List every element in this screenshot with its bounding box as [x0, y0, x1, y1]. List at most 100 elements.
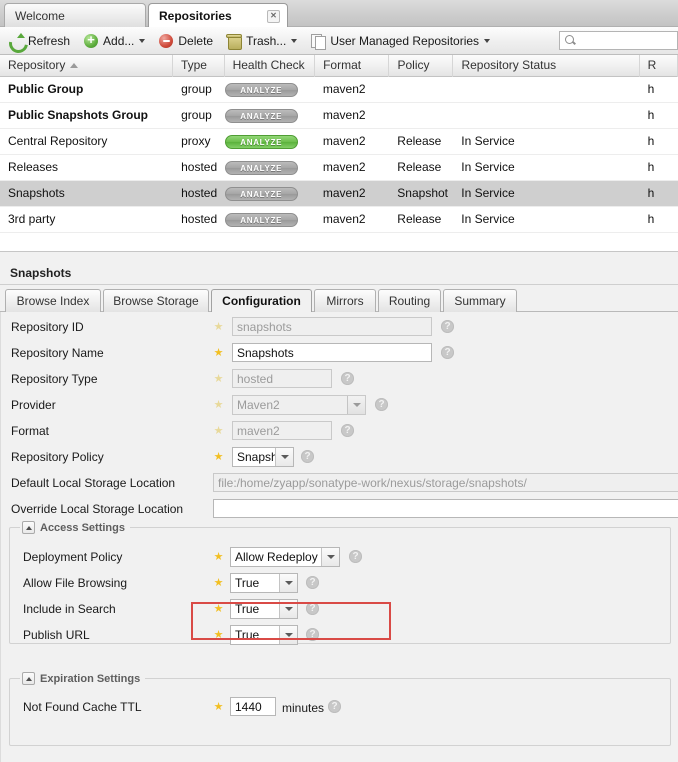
cell-repository-status: In Service — [461, 160, 515, 174]
analyze-badge[interactable]: ANALYZE — [224, 82, 298, 97]
help-icon[interactable]: ? — [441, 346, 454, 359]
help-icon[interactable]: ? — [301, 450, 314, 463]
table-row[interactable]: Releases hosted ANALYZE maven2 Release In Ser… — [0, 155, 678, 181]
help-icon[interactable]: ? — [306, 576, 319, 589]
configuration-form: Repository ID ★ ? Repository Name ★ ? Re… — [0, 312, 678, 762]
column-header-repository-status[interactable]: Repository Status — [453, 55, 640, 77]
field-row-repository-name: Repository Name ★ ? — [1, 340, 678, 366]
cell-policy: Release — [397, 160, 442, 174]
table-row[interactable]: Public Group group ANALYZE maven2 h — [0, 77, 678, 103]
delete-button[interactable]: Delete — [154, 29, 218, 53]
tab-mirrors[interactable]: Mirrors — [314, 289, 376, 312]
repository-id-input[interactable] — [232, 317, 432, 336]
deployment-policy-select[interactable]: Allow Redeploy — [230, 547, 340, 567]
analyze-badge[interactable]: ANALYZE — [224, 212, 298, 227]
chevron-down-icon[interactable] — [279, 626, 297, 644]
chevron-down-icon[interactable] — [347, 396, 365, 414]
tab-browse-storage[interactable]: Browse Storage — [103, 289, 209, 312]
table-row[interactable]: Central Repository proxy ANALYZE maven2 Rele… — [0, 129, 678, 155]
repository-policy-label: Repository Policy — [11, 450, 104, 464]
chevron-down-icon[interactable] — [279, 574, 297, 592]
tab-label: Browse Storage — [113, 294, 199, 308]
analyze-badge[interactable]: ANALYZE — [224, 134, 298, 149]
help-icon[interactable]: ? — [349, 550, 362, 563]
cell-health-check: ANALYZE — [224, 103, 315, 128]
table-row[interactable]: Snapshots hosted ANALYZE maven2 Snapshot In S… — [0, 181, 678, 207]
delete-circle-icon — [158, 33, 174, 49]
analyze-badge[interactable]: ANALYZE — [224, 186, 298, 201]
required-star-icon: ★ — [213, 346, 224, 359]
column-header-repository[interactable]: Repository — [0, 55, 173, 77]
add-button[interactable]: Add... — [79, 29, 150, 53]
tab-welcome[interactable]: Welcome — [4, 3, 146, 27]
trash-button[interactable]: Trash... — [222, 29, 302, 53]
column-header-format[interactable]: Format — [315, 55, 390, 77]
field-row-not-found-cache-ttl: Not Found Cache TTL ★ minutes ? — [1, 694, 678, 720]
override-local-storage-location-input[interactable] — [213, 499, 678, 518]
collapse-up-icon[interactable] — [22, 521, 35, 534]
user-managed-repositories-label: User Managed Repositories — [330, 33, 480, 48]
help-icon[interactable]: ? — [375, 398, 388, 411]
chevron-down-icon[interactable] — [291, 38, 298, 43]
provider-select[interactable]: Maven2 — [232, 395, 366, 415]
required-star-icon: ★ — [213, 602, 224, 615]
search-input[interactable] — [577, 32, 677, 49]
table-row[interactable]: 3rd party hosted ANALYZE maven2 Release In Se… — [0, 207, 678, 233]
cell-truncated: h — [647, 82, 655, 96]
help-icon[interactable]: ? — [306, 628, 319, 641]
chevron-down-icon[interactable] — [275, 448, 293, 466]
allow-file-browsing-select[interactable]: True — [230, 573, 298, 593]
help-icon[interactable]: ? — [441, 320, 454, 333]
refresh-icon — [8, 32, 25, 49]
repository-detail-panel: Snapshots Browse Index Browse Storage Conf… — [0, 252, 678, 762]
format-input[interactable] — [232, 421, 332, 440]
repository-name-label: Repository Name — [11, 346, 104, 360]
tab-browse-index[interactable]: Browse Index — [5, 289, 101, 312]
analyze-badge[interactable]: ANALYZE — [224, 160, 298, 175]
analyze-badge[interactable]: ANALYZE — [224, 108, 298, 123]
tab-summary[interactable]: Summary — [443, 289, 517, 312]
close-icon[interactable]: ✕ — [267, 10, 280, 23]
tab-repositories[interactable]: Repositories ✕ — [148, 3, 288, 27]
trash-icon — [226, 33, 243, 50]
tab-welcome-label: Welcome — [15, 8, 65, 23]
not-found-cache-ttl-input[interactable] — [230, 697, 276, 716]
column-header-health-check[interactable]: Health Check — [225, 55, 316, 77]
field-row-include-in-search: Include in Search ★ True ? — [1, 596, 678, 622]
column-header-repository-label: Repository — [8, 58, 66, 72]
refresh-button[interactable]: Refresh — [4, 29, 75, 53]
include-in-search-select[interactable]: True — [230, 599, 298, 619]
deployment-policy-label: Deployment Policy — [23, 550, 123, 564]
publish-url-select[interactable]: True — [230, 625, 298, 645]
field-row-repository-type: Repository Type ★ ? — [1, 366, 678, 392]
table-row[interactable]: Public Snapshots Group group ANALYZE maven2… — [0, 103, 678, 129]
search-box[interactable] — [559, 31, 678, 50]
collapse-up-icon[interactable] — [22, 672, 35, 685]
field-row-repository-policy: Repository Policy ★ Snapshot ? — [1, 444, 678, 470]
help-icon[interactable]: ? — [341, 372, 354, 385]
cell-repository: Public Group — [8, 82, 84, 96]
cell-type: group — [181, 82, 212, 96]
help-icon[interactable]: ? — [341, 424, 354, 437]
help-icon[interactable]: ? — [306, 602, 319, 615]
column-header-type[interactable]: Type — [173, 55, 225, 77]
tab-routing[interactable]: Routing — [378, 289, 441, 312]
repository-name-input[interactable] — [232, 343, 432, 362]
help-icon[interactable]: ? — [328, 700, 341, 713]
allow-file-browsing-select-value: True — [235, 576, 260, 590]
field-row-override-local-storage-location: Override Local Storage Location — [1, 496, 678, 522]
repository-type-input[interactable] — [232, 369, 332, 388]
chevron-down-icon[interactable] — [279, 600, 297, 618]
cell-truncated: h — [647, 134, 655, 148]
chevron-down-icon[interactable] — [321, 548, 339, 566]
column-header-policy[interactable]: Policy — [389, 55, 454, 77]
column-header-truncated[interactable]: R — [640, 55, 678, 77]
chevron-down-icon[interactable] — [484, 38, 491, 43]
cell-policy: Release — [397, 134, 442, 148]
add-button-label: Add... — [103, 33, 135, 48]
repository-policy-select[interactable]: Snapshot — [232, 447, 294, 467]
user-managed-repositories-button[interactable]: User Managed Repositories — [306, 29, 495, 53]
tab-configuration[interactable]: Configuration — [211, 289, 312, 312]
default-local-storage-location-input[interactable] — [213, 473, 678, 492]
chevron-down-icon[interactable] — [139, 38, 146, 43]
